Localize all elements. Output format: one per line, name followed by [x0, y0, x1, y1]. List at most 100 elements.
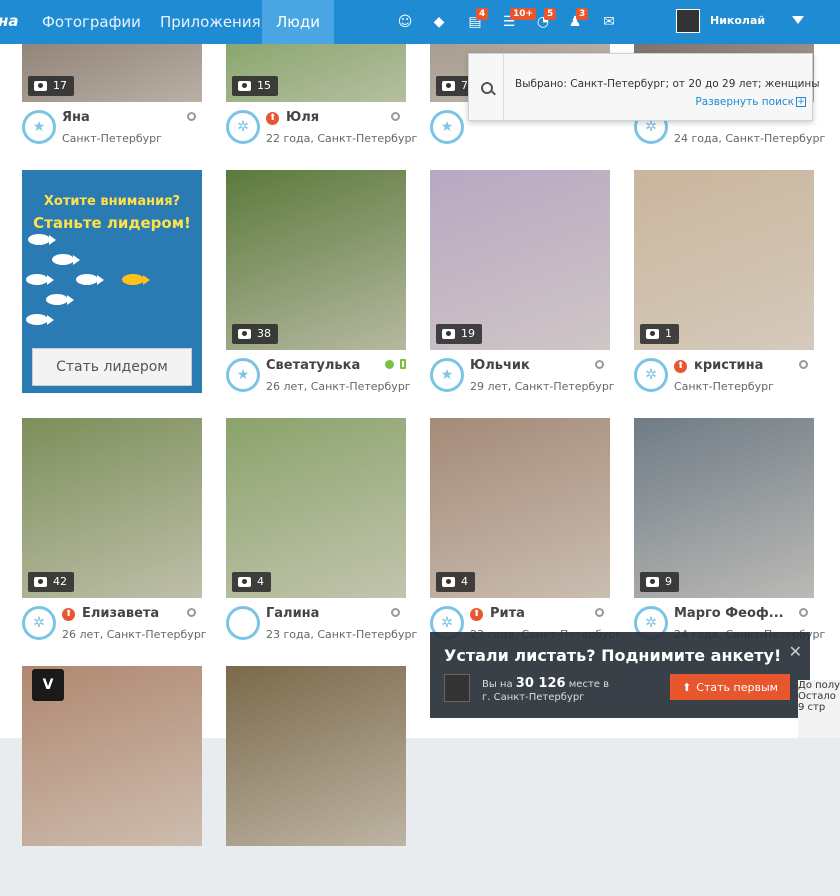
messages-icon[interactable]: ▤ 4 — [466, 8, 489, 31]
friends-icon[interactable]: ♟ 3 — [566, 8, 589, 31]
photo-count-badge[interactable]: 1 — [640, 324, 679, 344]
rank-star-icon[interactable]: ✲ — [634, 358, 668, 392]
become-leader-button[interactable]: Стать лидером — [32, 348, 192, 386]
rank-city: г. Санкт-Петербург — [482, 692, 585, 703]
fish-icon — [52, 254, 80, 265]
rank-star-icon[interactable]: ★ — [430, 358, 464, 392]
photo-count-badge[interactable]: 9 — [640, 572, 679, 592]
photo-count: 7 — [461, 79, 468, 92]
guests-icon[interactable]: ◔ 5 — [534, 8, 557, 31]
profile-card[interactable]: 1 ✲ ⬆ кристина Санкт-Петербург — [634, 170, 814, 400]
rank-star-icon[interactable]: ✲ — [226, 110, 260, 144]
profile-photo[interactable]: 1 — [634, 170, 814, 350]
mail-icon[interactable]: ✉ — [600, 13, 618, 31]
close-icon[interactable]: ✕ — [789, 642, 802, 661]
photo-count: 38 — [257, 327, 271, 340]
rank-prefix: Вы на — [482, 679, 513, 690]
plus-icon[interactable]: + — [796, 97, 806, 107]
leader-promo[interactable]: Хотите внимания? Станьте лидером! Стать … — [22, 170, 202, 393]
boosted-up-icon: ⬆ — [470, 608, 483, 621]
rank-star-icon[interactable]: ✲ — [22, 606, 56, 640]
fish-icon — [46, 294, 74, 305]
chevron-down-icon[interactable] — [792, 16, 804, 24]
photo-count-badge[interactable]: 17 — [28, 76, 74, 96]
camera-icon — [442, 329, 455, 339]
offline-status-icon — [187, 112, 196, 121]
profile-name[interactable]: Светатулька — [266, 358, 360, 373]
profile-photo[interactable]: 4 — [226, 418, 406, 598]
divider — [503, 54, 504, 122]
rank-star-icon[interactable]: ★ — [226, 358, 260, 392]
promo-line-1: Хотите внимания? — [43, 194, 181, 209]
promo-line-2: Станьте лидером! — [33, 214, 191, 232]
rank-star-icon[interactable]: ★ — [430, 110, 464, 144]
gold-fish-icon — [122, 274, 150, 285]
rank-star-icon[interactable]: ★ — [22, 110, 56, 144]
profile-name[interactable]: Рита — [490, 606, 525, 621]
photo-count-badge[interactable]: 19 — [436, 324, 482, 344]
boost-profile-banner: Устали листать? Поднимите анкету! ✕ Вы н… — [430, 632, 810, 718]
boosted-up-icon: ⬆ — [62, 608, 75, 621]
profile-card[interactable] — [226, 666, 406, 896]
profile-card[interactable]: 19 ★ Юльчик 29 лет, Санкт-Петербург — [430, 170, 615, 400]
become-first-button[interactable]: ⬆ Стать первым — [670, 674, 790, 700]
profile-name[interactable]: Елизавета — [82, 606, 159, 621]
avatar — [444, 674, 470, 702]
user-avatar[interactable] — [676, 9, 700, 33]
nav-people[interactable]: Люди — [262, 0, 335, 44]
profile-name[interactable]: Марго Феоф... — [674, 606, 784, 621]
boosted-up-icon: ⬆ — [266, 112, 279, 125]
notification-badge: 5 — [544, 8, 557, 20]
photo-count: 17 — [53, 79, 67, 92]
profile-name[interactable]: Яна — [62, 110, 90, 125]
search-icon[interactable] — [481, 82, 493, 94]
profile-photo[interactable] — [226, 666, 406, 846]
profile-meta: 26 лет, Санкт-Петербург — [62, 628, 207, 641]
site-logo[interactable]: на — [0, 12, 19, 30]
profile-card[interactable]: 9✲Марго Феоф...24 года, Санкт-Петербург — [634, 418, 825, 648]
profile-photo[interactable]: 4 — [430, 418, 610, 598]
boosted-up-icon: ⬆ — [674, 360, 687, 373]
photo-count-badge[interactable]: 38 — [232, 324, 278, 344]
notification-badge: 4 — [476, 8, 489, 20]
camera-icon — [442, 81, 455, 91]
profile-photo[interactable]: 38 — [226, 170, 406, 350]
photo-count: 4 — [257, 575, 264, 588]
rank-star-icon[interactable]: ★ — [226, 606, 260, 640]
photo-count: 1 — [665, 327, 672, 340]
user-name[interactable]: Николай — [710, 14, 765, 27]
profile-meta: 29 лет, Санкт-Петербург — [470, 380, 615, 393]
side-note-line: До полу — [798, 680, 840, 691]
profile-name[interactable]: Галина — [266, 606, 319, 621]
camera-icon — [238, 577, 251, 587]
smiley-icon[interactable]: ☺ — [396, 13, 414, 31]
fish-icon — [28, 234, 56, 245]
profile-photo[interactable]: 9 — [634, 418, 814, 598]
profile-name[interactable]: Юльчик — [470, 358, 530, 373]
profile-name[interactable]: Юля — [286, 110, 319, 125]
offline-status-icon — [595, 360, 604, 369]
profile-card[interactable]: 4 ★ Галина 23 года, Санкт-Петербург — [226, 418, 417, 648]
profile-name[interactable]: кристина — [694, 358, 763, 373]
profile-photo[interactable]: 19 — [430, 170, 610, 350]
photo-count-badge[interactable]: 15 — [232, 76, 278, 96]
profile-card[interactable]: 42 ✲ ⬆ Елизавета 26 лет, Санкт-Петербург — [22, 418, 207, 648]
events-icon[interactable]: ☰ 10+ — [500, 8, 537, 31]
profile-card[interactable]: 4✲⬆Рита23 года, Санкт-Петербург — [430, 418, 621, 648]
side-note-line: 9 стр — [798, 702, 826, 713]
photo-count-badge[interactable]: 42 — [28, 572, 74, 592]
profile-photo[interactable]: 42 — [22, 418, 202, 598]
up-arrow-icon: ⬆ — [682, 680, 692, 694]
fish-icon — [76, 274, 104, 285]
expand-search-link[interactable]: Развернуть поиск — [695, 96, 794, 108]
nav-photos[interactable]: Фотографии — [28, 0, 155, 44]
photo-count-badge[interactable]: 4 — [232, 572, 271, 592]
nav-apps[interactable]: Приложения — [146, 0, 275, 44]
become-first-label: Стать первым — [696, 680, 778, 694]
side-note-line: Остало — [798, 691, 836, 702]
photo-count-badge[interactable]: 4 — [436, 572, 475, 592]
top-navigation-bar: на Фотографии Приложения Люди ☺ ◆ ▤ 4 ☰ 10+ ◔ 5… — [0, 0, 840, 44]
profile-card[interactable]: 38 ★ Светатулька 26 лет, Санкт-Петербург — [226, 170, 411, 400]
diamond-icon[interactable]: ◆ — [430, 13, 448, 31]
offline-status-icon — [799, 608, 808, 617]
